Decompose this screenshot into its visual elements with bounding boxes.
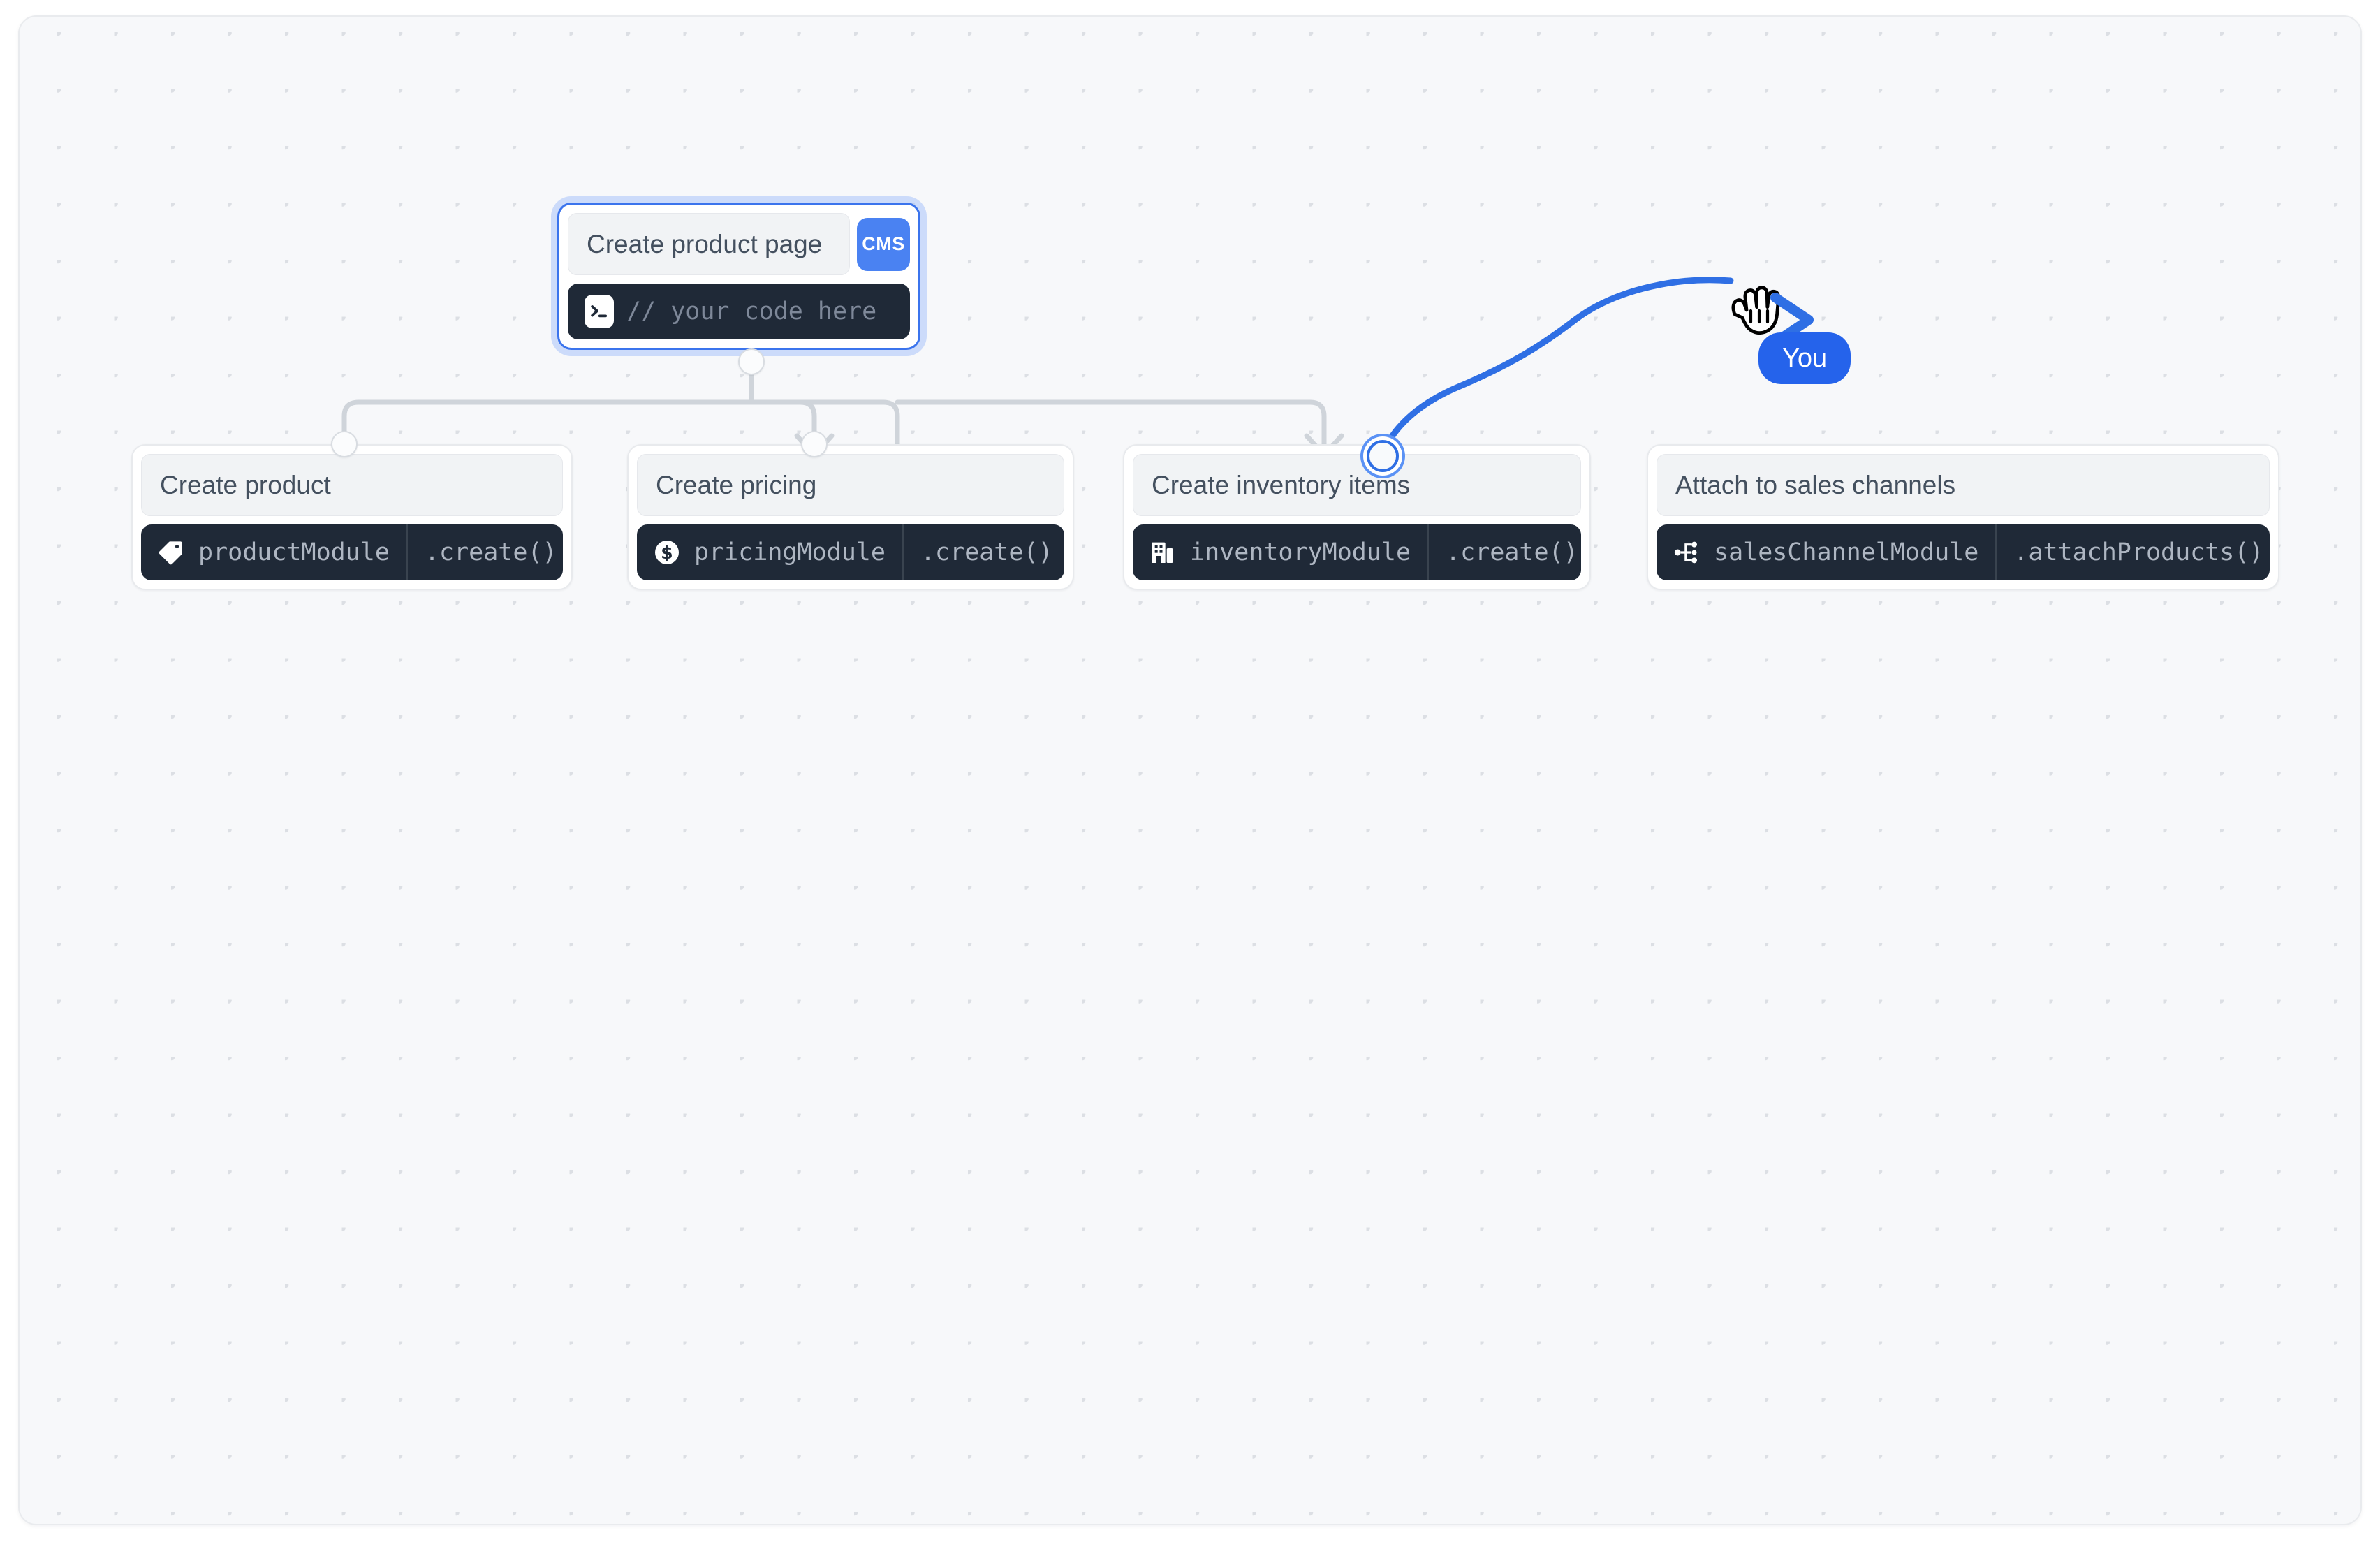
code-method-segment: .create() xyxy=(902,524,1064,580)
code-module-segment: inventoryModule xyxy=(1133,524,1427,580)
node-create-pricing[interactable]: Create pricing $ pricingModule .create() xyxy=(627,444,1074,590)
network-branch-icon xyxy=(1672,538,1701,567)
node-title[interactable]: Create product page xyxy=(568,213,850,275)
node-title[interactable]: Create pricing xyxy=(637,454,1064,516)
node-header: Create pricing xyxy=(637,454,1064,516)
cursor-user-label: You xyxy=(1758,332,1851,384)
node-header: Create product xyxy=(141,454,563,516)
code-module-text: productModule xyxy=(198,538,390,566)
code-method-text: .create() xyxy=(920,538,1053,566)
code-bar[interactable]: inventoryModule .create() xyxy=(1133,524,1581,580)
svg-text:$: $ xyxy=(661,543,673,563)
code-module-text: salesChannelModule xyxy=(1714,538,1979,566)
code-module-text: inventoryModule xyxy=(1190,538,1411,566)
code-method-segment: .attachProducts() xyxy=(1995,524,2270,580)
code-module-segment: productModule xyxy=(141,524,406,580)
target-handle-pricing[interactable] xyxy=(801,431,828,457)
code-module-segment: salesChannelModule xyxy=(1657,524,1995,580)
node-title[interactable]: Attach to sales channels xyxy=(1657,454,2270,516)
target-handle-product[interactable] xyxy=(331,431,358,457)
code-bar[interactable]: salesChannelModule .attachProducts() xyxy=(1657,524,2270,580)
app-root: Create product page CMS // your code her… xyxy=(0,0,2380,1542)
code-command-segment: // your code here xyxy=(568,284,893,339)
node-header: Create product page CMS xyxy=(568,213,910,275)
code-method-text: .attachProducts() xyxy=(2013,538,2264,566)
node-title[interactable]: Create product xyxy=(141,454,563,516)
source-handle-root[interactable] xyxy=(738,348,765,375)
node-header: Create inventory items xyxy=(1133,454,1581,516)
edge-drag-active xyxy=(1379,277,1734,460)
node-title[interactable]: Create inventory items xyxy=(1133,454,1581,516)
code-bar[interactable]: productModule .create() xyxy=(141,524,563,580)
code-placeholder-text: // your code here xyxy=(626,297,877,325)
node-create-inventory-items[interactable]: Create inventory items inventoryModule .… xyxy=(1123,444,1591,590)
tag-icon xyxy=(156,538,186,567)
terminal-icon xyxy=(585,295,614,328)
node-header: Attach to sales channels xyxy=(1657,454,2270,516)
code-method-text: .create() xyxy=(424,538,557,566)
cms-badge[interactable]: CMS xyxy=(857,217,910,271)
code-method-segment: .create() xyxy=(406,524,563,580)
code-bar[interactable]: $ pricingModule .create() xyxy=(637,524,1064,580)
arrow-pointer-icon xyxy=(1770,293,1814,344)
code-module-text: pricingModule xyxy=(694,538,886,566)
code-method-text: .create() xyxy=(1446,538,1578,566)
code-method-segment: .create() xyxy=(1427,524,1581,580)
grabbing-hand-cursor xyxy=(1731,286,1781,335)
edge-layer xyxy=(341,277,1734,460)
node-attach-to-sales-channels[interactable]: Attach to sales channels salesChannelMod… xyxy=(1647,444,2279,590)
target-handle-inventory[interactable] xyxy=(1367,440,1399,472)
warehouse-icon xyxy=(1148,538,1177,567)
code-module-segment: $ pricingModule xyxy=(637,524,902,580)
node-create-product[interactable]: Create product productModule .create() xyxy=(131,444,573,590)
node-create-product-page[interactable]: Create product page CMS // your code her… xyxy=(557,203,920,350)
code-bar[interactable]: // your code here xyxy=(568,284,910,339)
flow-canvas[interactable]: Create product page CMS // your code her… xyxy=(18,15,2362,1525)
dollar-circle-icon: $ xyxy=(652,538,682,567)
